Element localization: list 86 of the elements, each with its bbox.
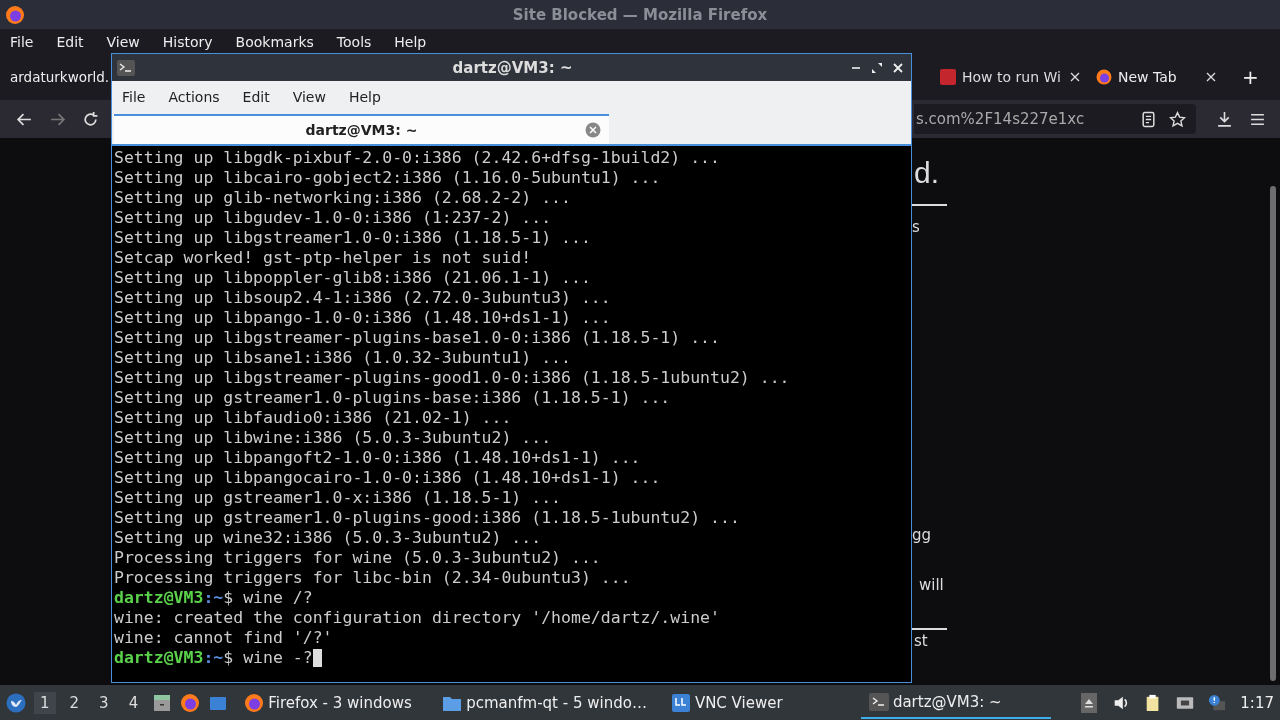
menu-item[interactable]: Actions [161,88,227,105]
page-text: will [919,576,944,594]
taskbar-button[interactable]: dartz@VM3: ~ [860,686,1051,719]
download-icon[interactable] [1216,110,1233,128]
taskbar-button[interactable]: Firefox - 3 windows [236,686,427,719]
terminal-line: Setting up gstreamer1.0-x:i386 (1.18.5-1) ... [114,488,563,508]
terminal-line: Setting up libsoup2.4-1:i386 (2.72.0-3ubuntu3) ... [114,288,612,308]
window-title: Site Blocked — Mozilla Firefox [511,5,769,24]
menu-item[interactable]: Bookmarks [228,33,321,50]
menu-item[interactable]: View [99,33,147,50]
terminal-line: Setting up libsane1:i386 (1.0.32-3ubuntu1) ... [114,348,572,368]
terminal-line: Setting up libgstreamer-plugins-good1.0-0:i386 (1.18.5-1ubuntu2) ... [114,368,791,388]
prompt-path: :~ [203,648,224,668]
terminal-line: Setting up libwine:i386 (5.0.3-3ubuntu2) ... [114,428,553,448]
terminal-line: Setting up libpangocairo-1.0-0:i386 (1.48.10+ds1-1) ... [114,468,662,488]
reader-icon[interactable] [1140,110,1157,128]
terminal-line: Setting up libpango-1.0-0:i386 (1.48.10+ds1-1) ... [114,308,612,328]
browser-tab[interactable]: ardaturkworld. [0,59,110,95]
close-icon[interactable] [892,61,904,74]
eject-icon[interactable] [1080,692,1099,713]
workspace-button[interactable]: 2 [63,691,86,714]
new-tab-button[interactable]: + [1242,65,1259,89]
terminal-icon [117,59,135,76]
terminal-line: Setting up libcairo-gobject2:i386 (1.16.0-5ubuntu1) ... [114,168,662,188]
firefox-icon [244,692,265,713]
prompt-user: dartz@VM3 [114,648,204,668]
maximize-icon[interactable] [871,61,883,74]
menu-item[interactable]: Help [387,33,434,50]
terminal-line: Setting up libpoppler-glib8:i386 (21.06.1-1) ... [114,268,592,288]
terminal-line: Setting up libgstreamer-plugins-base1.0-0:i386 (1.18.5-1) ... [114,328,721,348]
clock: 1:17 [1240,693,1274,712]
browser-tab[interactable]: New Tab [1088,59,1224,95]
terminal-line: Setting up libgdk-pixbuf-2.0-0:i386 (2.42.6+dfsg-1build2) ... [114,148,721,168]
menu-item[interactable]: Edit [49,33,91,50]
terminal-line: Processing triggers for wine (5.0.3-3ubuntu2) ... [114,548,602,568]
terminal-icon [868,691,889,712]
workspace-button[interactable]: 3 [93,691,115,714]
firefox-icon [5,4,25,25]
firefox-icon[interactable] [180,692,201,713]
page-text: s [912,218,920,236]
menu-item[interactable]: Edit [235,88,277,105]
menu-item[interactable]: File [115,88,153,105]
notification-icon[interactable] [1208,692,1227,713]
browser-tab[interactable]: How to run Wi [932,59,1088,95]
terminal-tab[interactable]: dartz@VM3: ~ [114,114,609,144]
horizontal-rule [912,628,947,630]
command-text: $ wine /? [223,588,313,608]
menu-item[interactable]: Tools [329,33,379,50]
firefox-icon [1096,69,1112,85]
menu-item[interactable]: View [285,88,333,105]
taskbar-button[interactable]: VNC Viewer [662,686,853,719]
terminal-line: Setting up gstreamer1.0-plugins-good:i386 (1.18.5-1ubuntu2) ... [114,508,741,528]
taskbar-button[interactable]: pcmanfm-qt - 5 windo… [434,686,655,719]
terminal-line: wine: cannot find '/?' [114,628,334,648]
terminal-line: Setting up libfaudio0:i386 (21.02-1) ... [114,408,513,428]
terminal-line: Setting up libgudev-1.0-0:i386 (1:237-2) ... [114,208,553,228]
terminal-line: Setting up libpangoft2-1.0-0:i386 (1.48.10+ds1-1) ... [114,448,642,468]
window-title: dartz@VM3: ~ [451,58,574,77]
workspace-button[interactable]: 4 [122,691,145,714]
page-text: st [914,632,928,650]
close-icon[interactable] [1206,72,1216,82]
menu-item[interactable]: History [155,33,220,50]
prompt-user: dartz@VM3 [114,588,204,608]
terminal-line: Setting up libgstreamer1.0-0:i386 (1.18.5-1) ... [114,228,592,248]
address-bar[interactable]: s.com%2F14s227e1xc [914,104,1196,134]
app-icon [670,692,691,713]
terminal-line: Setting up glib-networking:i386 (2.68.2-2) ... [114,188,572,208]
star-icon[interactable] [1169,110,1186,128]
page-text: gg [912,526,932,544]
horizontal-rule [912,204,947,206]
terminal-line: Setting up wine32:i386 (5.0.3-3ubuntu2) ... [114,528,543,548]
scrollbar[interactable] [1270,186,1276,681]
workspace-button[interactable]: 1 [34,691,56,714]
file-cabinet-icon[interactable] [152,692,173,713]
menu-item[interactable]: Help [341,88,388,105]
site-icon [940,69,956,85]
page-heading: d. [914,156,940,190]
close-icon[interactable] [1070,72,1080,82]
prompt-path: :~ [203,588,224,608]
menu-item[interactable]: File [3,33,41,50]
terminal-line: Processing triggers for libc-bin (2.34-0ubuntu3) ... [114,568,632,588]
terminal-line: Setting up gstreamer1.0-plugins-base:i386 (1.18.5-1) ... [114,388,672,408]
command-text: $ wine -? [223,648,313,668]
terminal-line: Setcap worked! gst-ptp-helper is not suid! [114,248,533,268]
reload-icon[interactable] [82,110,99,128]
terminal-line: wine: created the configuration directory '/home/dartz/.wine' [114,608,721,628]
